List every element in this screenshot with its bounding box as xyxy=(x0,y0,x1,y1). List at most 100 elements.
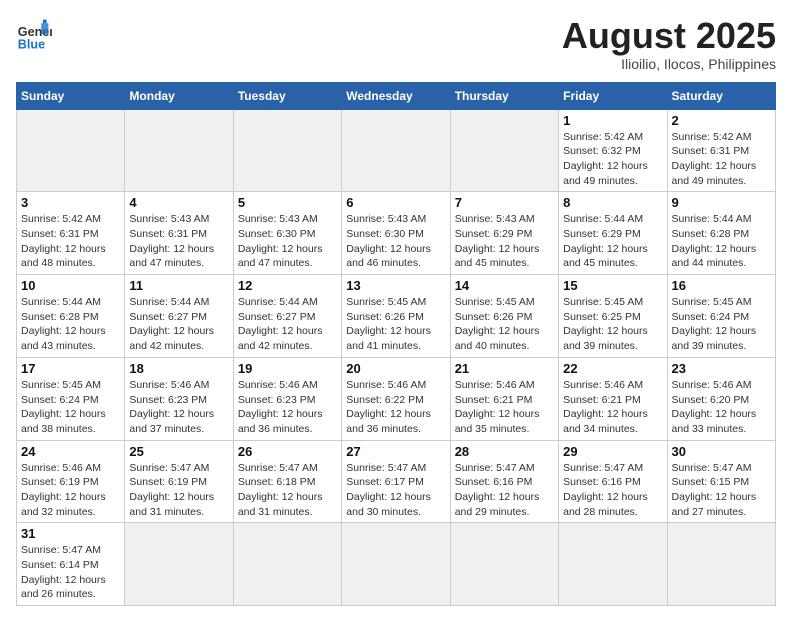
day-info: Sunrise: 5:43 AM Sunset: 6:30 PM Dayligh… xyxy=(346,212,445,271)
day-cell: 5Sunrise: 5:43 AM Sunset: 6:30 PM Daylig… xyxy=(233,192,341,275)
day-number: 28 xyxy=(455,444,554,459)
day-cell: 10Sunrise: 5:44 AM Sunset: 6:28 PM Dayli… xyxy=(17,275,125,358)
day-number: 6 xyxy=(346,195,445,210)
day-info: Sunrise: 5:45 AM Sunset: 6:26 PM Dayligh… xyxy=(455,295,554,354)
weekday-header-row: SundayMondayTuesdayWednesdayThursdayFrid… xyxy=(17,82,776,109)
day-number: 29 xyxy=(563,444,662,459)
day-number: 22 xyxy=(563,361,662,376)
day-number: 16 xyxy=(672,278,771,293)
day-cell xyxy=(342,109,450,192)
day-cell: 3 Sunrise: 5:42 AM Sunset: 6:31 PM Daylig… xyxy=(17,192,125,275)
day-info: Sunrise: 5:47 AM Sunset: 6:15 PM Dayligh… xyxy=(672,461,771,520)
day-number: 21 xyxy=(455,361,554,376)
day-number: 10 xyxy=(21,278,120,293)
day-cell: 11 Sunrise: 5:44 AM Sunset: 6:27 PM Dayli… xyxy=(125,275,233,358)
day-cell: 28 Sunrise: 5:47 AM Sunset: 6:16 PM Dayli… xyxy=(450,440,558,523)
day-cell: 20 Sunrise: 5:46 AM Sunset: 6:22 PM Dayli… xyxy=(342,357,450,440)
weekday-header-saturday: Saturday xyxy=(667,82,775,109)
day-info: Sunrise: 5:45 AM Sunset: 6:24 PM Dayligh… xyxy=(21,378,120,437)
day-number: 17 xyxy=(21,361,120,376)
day-number: 30 xyxy=(672,444,771,459)
weekday-header-friday: Friday xyxy=(559,82,667,109)
day-info: Sunrise: 5:46 AM Sunset: 6:22 PM Dayligh… xyxy=(346,378,445,437)
day-cell: 17 Sunrise: 5:45 AM Sunset: 6:24 PM Dayli… xyxy=(17,357,125,440)
week-row-6: 31Sunrise: 5:47 AM Sunset: 6:14 PM Dayli… xyxy=(17,523,776,606)
day-number: 11 xyxy=(129,278,228,293)
week-row-4: 17 Sunrise: 5:45 AM Sunset: 6:24 PM Dayli… xyxy=(17,357,776,440)
day-number: 26 xyxy=(238,444,337,459)
day-number: 31 xyxy=(21,526,120,541)
day-info: Sunrise: 5:47 AM Sunset: 6:18 PM Dayligh… xyxy=(238,461,337,520)
day-cell: 31Sunrise: 5:47 AM Sunset: 6:14 PM Dayli… xyxy=(17,523,125,606)
day-number: 3 xyxy=(21,195,120,210)
weekday-header-tuesday: Tuesday xyxy=(233,82,341,109)
day-info: Sunrise: 5:46 AM Sunset: 6:21 PM Dayligh… xyxy=(455,378,554,437)
week-row-2: 3 Sunrise: 5:42 AM Sunset: 6:31 PM Daylig… xyxy=(17,192,776,275)
week-row-1: 1 Sunrise: 5:42 AM Sunset: 6:32 PM Daylig… xyxy=(17,109,776,192)
day-info: Sunrise: 5:42 AM Sunset: 6:31 PM Dayligh… xyxy=(21,212,120,271)
day-cell xyxy=(233,523,341,606)
day-cell: 15Sunrise: 5:45 AM Sunset: 6:25 PM Dayli… xyxy=(559,275,667,358)
logo-icon: General Blue xyxy=(16,16,52,52)
week-row-5: 24 Sunrise: 5:46 AM Sunset: 6:19 PM Dayli… xyxy=(17,440,776,523)
day-info: Sunrise: 5:43 AM Sunset: 6:30 PM Dayligh… xyxy=(238,212,337,271)
day-info: Sunrise: 5:43 AM Sunset: 6:31 PM Dayligh… xyxy=(129,212,228,271)
weekday-header-monday: Monday xyxy=(125,82,233,109)
day-info: Sunrise: 5:46 AM Sunset: 6:21 PM Dayligh… xyxy=(563,378,662,437)
day-info: Sunrise: 5:44 AM Sunset: 6:28 PM Dayligh… xyxy=(672,212,771,271)
day-cell xyxy=(450,523,558,606)
day-info: Sunrise: 5:46 AM Sunset: 6:23 PM Dayligh… xyxy=(129,378,228,437)
day-number: 24 xyxy=(21,444,120,459)
day-cell: 22 Sunrise: 5:46 AM Sunset: 6:21 PM Dayli… xyxy=(559,357,667,440)
day-info: Sunrise: 5:45 AM Sunset: 6:24 PM Dayligh… xyxy=(672,295,771,354)
day-cell xyxy=(125,523,233,606)
day-cell: 19 Sunrise: 5:46 AM Sunset: 6:23 PM Dayli… xyxy=(233,357,341,440)
day-cell: 25Sunrise: 5:47 AM Sunset: 6:19 PM Dayli… xyxy=(125,440,233,523)
day-cell: 9 Sunrise: 5:44 AM Sunset: 6:28 PM Daylig… xyxy=(667,192,775,275)
day-cell xyxy=(125,109,233,192)
day-number: 4 xyxy=(129,195,228,210)
calendar-table: SundayMondayTuesdayWednesdayThursdayFrid… xyxy=(16,82,776,607)
day-cell: 4 Sunrise: 5:43 AM Sunset: 6:31 PM Daylig… xyxy=(125,192,233,275)
day-number: 14 xyxy=(455,278,554,293)
day-cell: 27Sunrise: 5:47 AM Sunset: 6:17 PM Dayli… xyxy=(342,440,450,523)
day-info: Sunrise: 5:44 AM Sunset: 6:27 PM Dayligh… xyxy=(238,295,337,354)
day-info: Sunrise: 5:44 AM Sunset: 6:27 PM Dayligh… xyxy=(129,295,228,354)
weekday-header-thursday: Thursday xyxy=(450,82,558,109)
day-info: Sunrise: 5:46 AM Sunset: 6:23 PM Dayligh… xyxy=(238,378,337,437)
day-cell: 29Sunrise: 5:47 AM Sunset: 6:16 PM Dayli… xyxy=(559,440,667,523)
day-info: Sunrise: 5:46 AM Sunset: 6:19 PM Dayligh… xyxy=(21,461,120,520)
day-cell xyxy=(17,109,125,192)
logo: General Blue xyxy=(16,16,52,52)
day-number: 20 xyxy=(346,361,445,376)
day-number: 19 xyxy=(238,361,337,376)
day-cell: 13 Sunrise: 5:45 AM Sunset: 6:26 PM Dayli… xyxy=(342,275,450,358)
day-cell: 21 Sunrise: 5:46 AM Sunset: 6:21 PM Dayli… xyxy=(450,357,558,440)
day-info: Sunrise: 5:45 AM Sunset: 6:25 PM Dayligh… xyxy=(563,295,662,354)
day-number: 25 xyxy=(129,444,228,459)
day-cell: 23Sunrise: 5:46 AM Sunset: 6:20 PM Dayli… xyxy=(667,357,775,440)
day-info: Sunrise: 5:42 AM Sunset: 6:32 PM Dayligh… xyxy=(563,130,662,189)
day-cell: 8 Sunrise: 5:44 AM Sunset: 6:29 PM Daylig… xyxy=(559,192,667,275)
weekday-header-wednesday: Wednesday xyxy=(342,82,450,109)
day-cell: 1 Sunrise: 5:42 AM Sunset: 6:32 PM Daylig… xyxy=(559,109,667,192)
title-block: August 2025 Ilioilio, Ilocos, Philippine… xyxy=(562,16,776,72)
day-cell: 12Sunrise: 5:44 AM Sunset: 6:27 PM Dayli… xyxy=(233,275,341,358)
day-number: 13 xyxy=(346,278,445,293)
day-info: Sunrise: 5:45 AM Sunset: 6:26 PM Dayligh… xyxy=(346,295,445,354)
day-number: 9 xyxy=(672,195,771,210)
day-info: Sunrise: 5:44 AM Sunset: 6:29 PM Dayligh… xyxy=(563,212,662,271)
day-cell: 2Sunrise: 5:42 AM Sunset: 6:31 PM Daylig… xyxy=(667,109,775,192)
day-cell xyxy=(233,109,341,192)
day-cell xyxy=(559,523,667,606)
day-number: 2 xyxy=(672,113,771,128)
day-cell xyxy=(450,109,558,192)
day-number: 8 xyxy=(563,195,662,210)
day-info: Sunrise: 5:47 AM Sunset: 6:16 PM Dayligh… xyxy=(455,461,554,520)
day-number: 1 xyxy=(563,113,662,128)
day-cell: 6 Sunrise: 5:43 AM Sunset: 6:30 PM Daylig… xyxy=(342,192,450,275)
day-cell: 16 Sunrise: 5:45 AM Sunset: 6:24 PM Dayli… xyxy=(667,275,775,358)
day-info: Sunrise: 5:46 AM Sunset: 6:20 PM Dayligh… xyxy=(672,378,771,437)
svg-text:Blue: Blue xyxy=(18,37,45,51)
day-cell: 24 Sunrise: 5:46 AM Sunset: 6:19 PM Dayli… xyxy=(17,440,125,523)
